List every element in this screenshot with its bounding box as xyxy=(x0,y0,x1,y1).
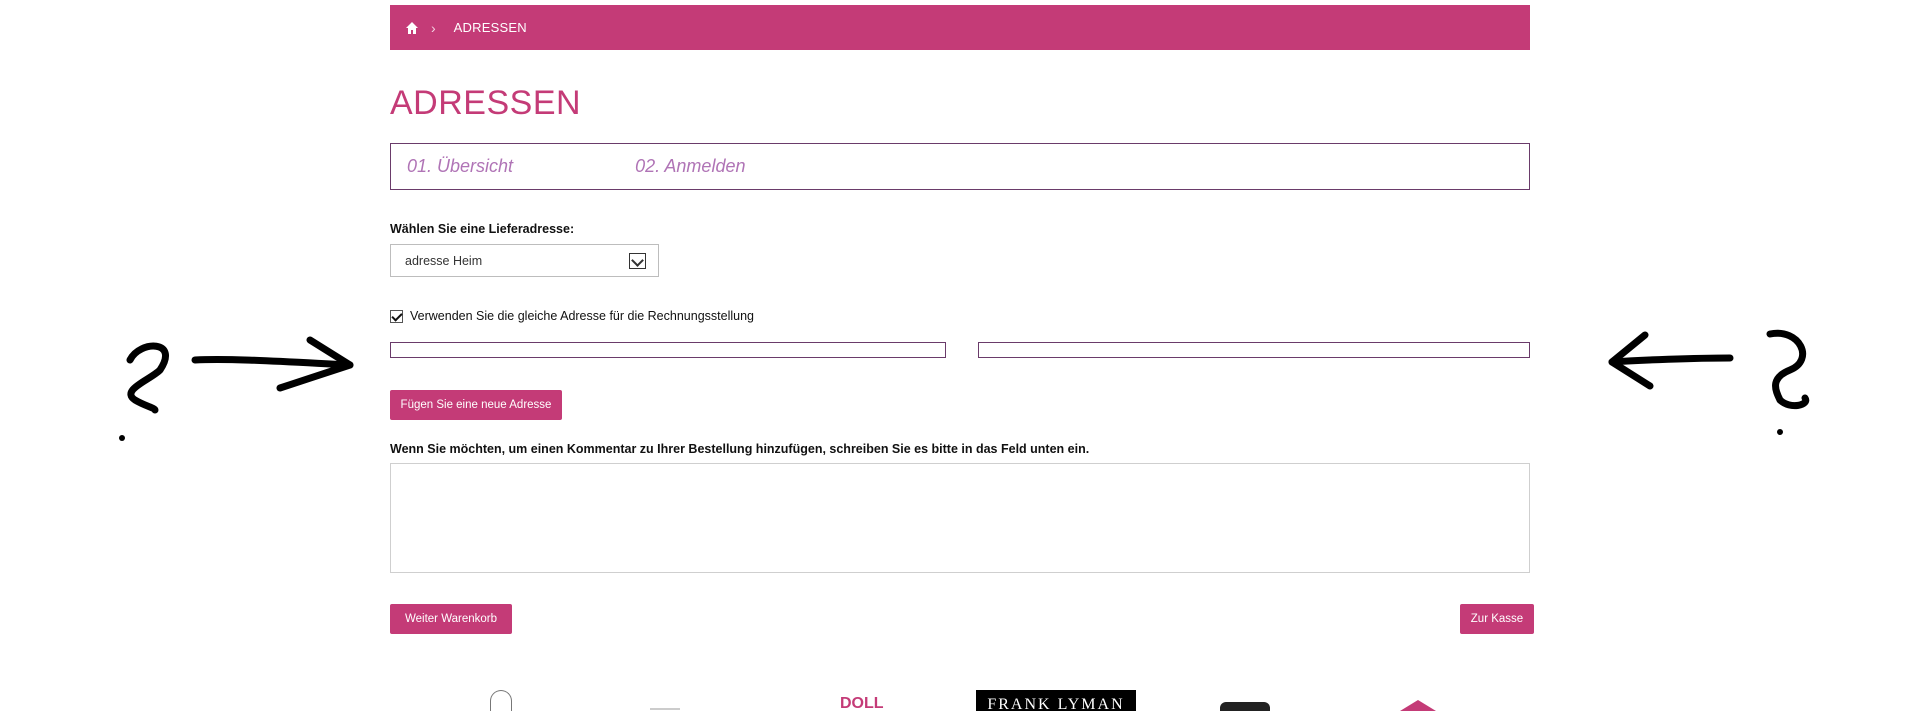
page-title: ADRESSEN xyxy=(390,84,582,122)
billing-address-box xyxy=(978,342,1530,358)
add-address-button[interactable]: Fügen Sie eine neue Adresse xyxy=(390,390,562,420)
delivery-address-label: Wählen Sie eine Lieferadresse: xyxy=(390,222,575,236)
chevron-down-icon[interactable] xyxy=(629,253,646,269)
brand-logos: DOLL FRANK LYMAN xyxy=(390,690,1530,711)
same-billing-row: Verwenden Sie die gleiche Adresse für di… xyxy=(390,309,754,323)
annotation-right xyxy=(1608,329,1810,435)
comment-label: Wenn Sie möchten, um einen Kommentar zu … xyxy=(390,442,1090,456)
delivery-address-box xyxy=(390,342,946,358)
brand-logo[interactable] xyxy=(1220,702,1270,711)
brand-logo[interactable] xyxy=(490,690,512,711)
home-icon[interactable] xyxy=(405,21,419,35)
checkout-button[interactable]: Zur Kasse xyxy=(1460,604,1534,634)
comment-textarea[interactable] xyxy=(390,463,1530,573)
delivery-address-select[interactable]: adresse Heim xyxy=(390,244,659,277)
same-billing-label[interactable]: Verwenden Sie die gleiche Adresse für di… xyxy=(410,309,754,323)
delivery-address-selected: adresse Heim xyxy=(405,253,483,268)
brand-logo[interactable]: FRANK LYMAN xyxy=(976,690,1136,711)
step-overview[interactable]: 01. Übersicht xyxy=(407,156,513,177)
checkout-steps: 01. Übersicht 02. Anmelden xyxy=(390,143,1530,190)
brand-logo[interactable] xyxy=(1400,700,1436,711)
back-to-cart-button[interactable]: Weiter Warenkorb xyxy=(390,604,512,634)
breadcrumb: › ADRESSEN xyxy=(390,5,1530,50)
breadcrumb-separator: › xyxy=(431,19,436,36)
same-billing-checkbox[interactable] xyxy=(390,309,403,323)
breadcrumb-current: ADRESSEN xyxy=(453,20,527,35)
brand-logo[interactable]: DOLL xyxy=(840,690,890,711)
annotation-left xyxy=(119,336,354,441)
step-login[interactable]: 02. Anmelden xyxy=(635,156,745,177)
